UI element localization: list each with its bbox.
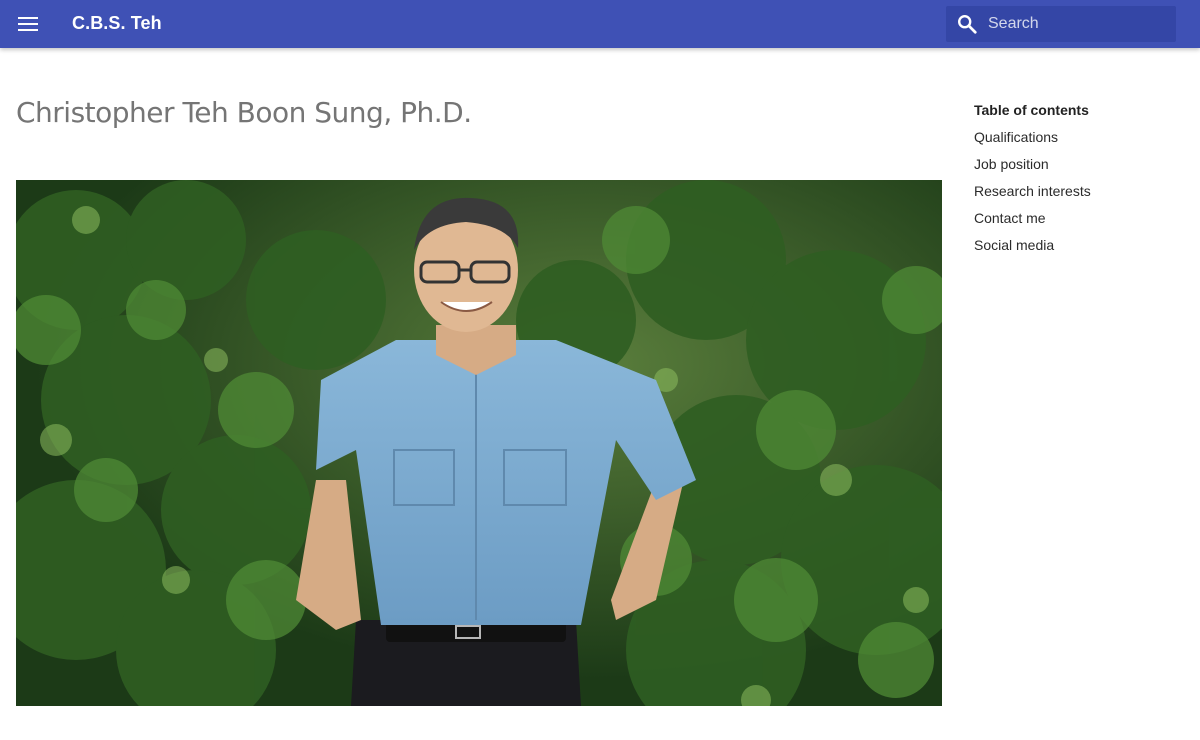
toc-link-research-interests[interactable]: Research interests [974, 182, 1184, 200]
toc-link-job-position[interactable]: Job position [974, 155, 1184, 173]
search-icon [958, 15, 977, 34]
toc-title: Table of contents [974, 102, 1089, 118]
toc-link-qualifications[interactable]: Qualifications [974, 128, 1184, 146]
hamburger-menu-icon[interactable] [8, 4, 48, 44]
search-input[interactable] [988, 6, 1168, 42]
top-app-bar: C.B.S. Teh [0, 0, 1200, 48]
search-box[interactable] [946, 6, 1176, 42]
profile-photo [16, 180, 942, 706]
toc-link-social-media[interactable]: Social media [974, 236, 1184, 254]
toc-link-contact-me[interactable]: Contact me [974, 209, 1184, 227]
table-of-contents: Table of contents Qualifications Job pos… [974, 101, 1184, 263]
site-title[interactable]: C.B.S. Teh [72, 13, 162, 34]
page-title: Christopher Teh Boon Sung, Ph.D. [16, 96, 472, 129]
